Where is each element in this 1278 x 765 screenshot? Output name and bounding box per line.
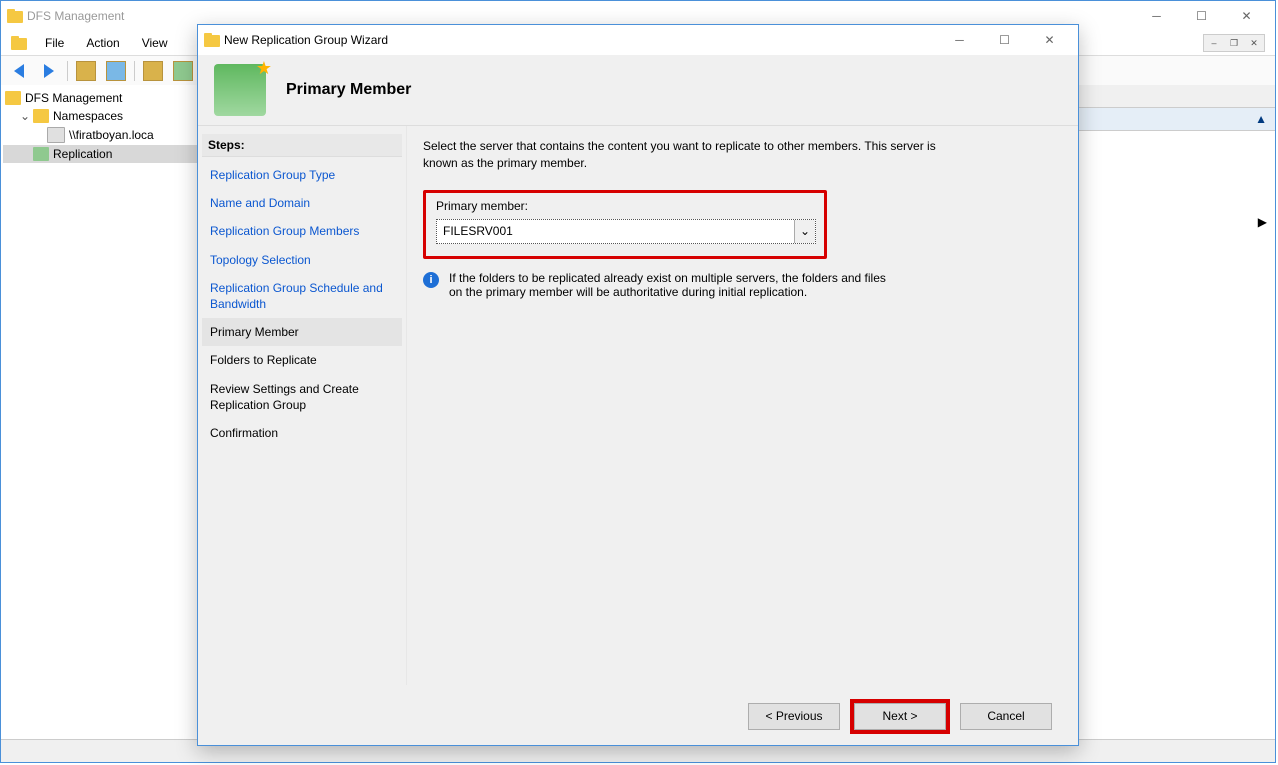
menu-action[interactable]: Action	[78, 34, 127, 52]
toolbar-button[interactable]	[104, 59, 128, 83]
wizard-title: New Replication Group Wizard	[224, 33, 937, 47]
chevron-down-icon[interactable]: ⌄	[794, 220, 815, 243]
step-replication-group-members[interactable]: Replication Group Members	[202, 217, 402, 245]
forward-button[interactable]	[37, 59, 61, 83]
tree-pane: DFS Management ⌄ Namespaces \\firatboyan…	[1, 85, 201, 738]
steps-pane: Steps: Replication Group Type Name and D…	[198, 126, 407, 685]
wizard-content: Select the server that contains the cont…	[407, 126, 1078, 685]
collapse-icon: ▲	[1255, 112, 1267, 126]
wizard-header-icon	[214, 64, 266, 116]
folder-icon	[11, 36, 27, 50]
minimize-button[interactable]: ─	[1134, 2, 1179, 30]
step-replication-group-type[interactable]: Replication Group Type	[202, 161, 402, 189]
tree-replication[interactable]: Replication	[3, 145, 198, 163]
instruction-text: Select the server that contains the cont…	[423, 138, 943, 172]
wizard-footer: < Previous Next > Cancel	[198, 687, 1078, 745]
steps-title: Steps:	[202, 134, 402, 157]
tree-root[interactable]: DFS Management	[3, 89, 198, 107]
tree-label: \\firatboyan.loca	[69, 128, 154, 142]
wizard-close-button[interactable]: ✕	[1027, 26, 1072, 54]
tree-label: Namespaces	[53, 109, 123, 123]
tree-namespace-item[interactable]: \\firatboyan.loca	[3, 125, 198, 145]
primary-member-combo[interactable]: FILESRV001 ⌄	[436, 219, 816, 244]
step-confirmation[interactable]: Confirmation	[202, 419, 402, 447]
mdi-close-button[interactable]: ✕	[1244, 35, 1264, 51]
info-icon: i	[423, 272, 439, 288]
main-window-title: DFS Management	[27, 9, 1134, 23]
tree-label: DFS Management	[25, 91, 122, 105]
toolbar-button[interactable]	[74, 59, 98, 83]
menu-file[interactable]: File	[37, 34, 72, 52]
toolbar-button[interactable]	[171, 59, 195, 83]
wizard-header-title: Primary Member	[286, 81, 411, 99]
folder-icon	[204, 33, 220, 47]
wizard-titlebar: New Replication Group Wizard ─ ☐ ✕	[198, 25, 1078, 55]
primary-member-label: Primary member:	[436, 199, 814, 213]
info-note: i If the folders to be replicated alread…	[423, 271, 893, 299]
folder-icon	[33, 109, 49, 123]
step-schedule-bandwidth[interactable]: Replication Group Schedule and Bandwidth	[202, 274, 402, 318]
maximize-button[interactable]: ☐	[1179, 2, 1224, 30]
cancel-button[interactable]: Cancel	[960, 703, 1052, 730]
step-primary-member[interactable]: Primary Member	[202, 318, 402, 346]
close-button[interactable]: ✕	[1224, 2, 1269, 30]
step-review-settings[interactable]: Review Settings and Create Replication G…	[202, 375, 402, 419]
tree-namespaces[interactable]: ⌄ Namespaces	[3, 107, 198, 125]
server-icon	[47, 127, 65, 143]
menu-view[interactable]: View	[134, 34, 176, 52]
info-text: If the folders to be replicated already …	[449, 271, 893, 299]
previous-button[interactable]: < Previous	[748, 703, 840, 730]
primary-member-field-group: Primary member: FILESRV001 ⌄	[423, 190, 827, 259]
step-name-and-domain[interactable]: Name and Domain	[202, 189, 402, 217]
back-button[interactable]	[7, 59, 31, 83]
mdi-restore-button[interactable]: ❐	[1224, 35, 1244, 51]
twisty-icon[interactable]: ⌄	[19, 109, 31, 123]
primary-member-value: FILESRV001	[437, 224, 794, 238]
replication-icon	[33, 147, 49, 161]
folder-icon	[7, 9, 23, 23]
toolbar-button[interactable]	[141, 59, 165, 83]
tree-label: Replication	[53, 147, 112, 161]
folder-icon	[5, 91, 21, 105]
replication-wizard-dialog: New Replication Group Wizard ─ ☐ ✕ Prima…	[197, 24, 1079, 746]
mdi-minimize-button[interactable]: –	[1204, 35, 1224, 51]
next-button[interactable]: Next >	[854, 703, 946, 730]
step-topology-selection[interactable]: Topology Selection	[202, 246, 402, 274]
wizard-maximize-button[interactable]: ☐	[982, 26, 1027, 54]
step-folders-to-replicate[interactable]: Folders to Replicate	[202, 346, 402, 374]
chevron-right-icon: ▶	[1258, 215, 1267, 229]
wizard-minimize-button[interactable]: ─	[937, 26, 982, 54]
wizard-header: Primary Member	[198, 55, 1078, 125]
